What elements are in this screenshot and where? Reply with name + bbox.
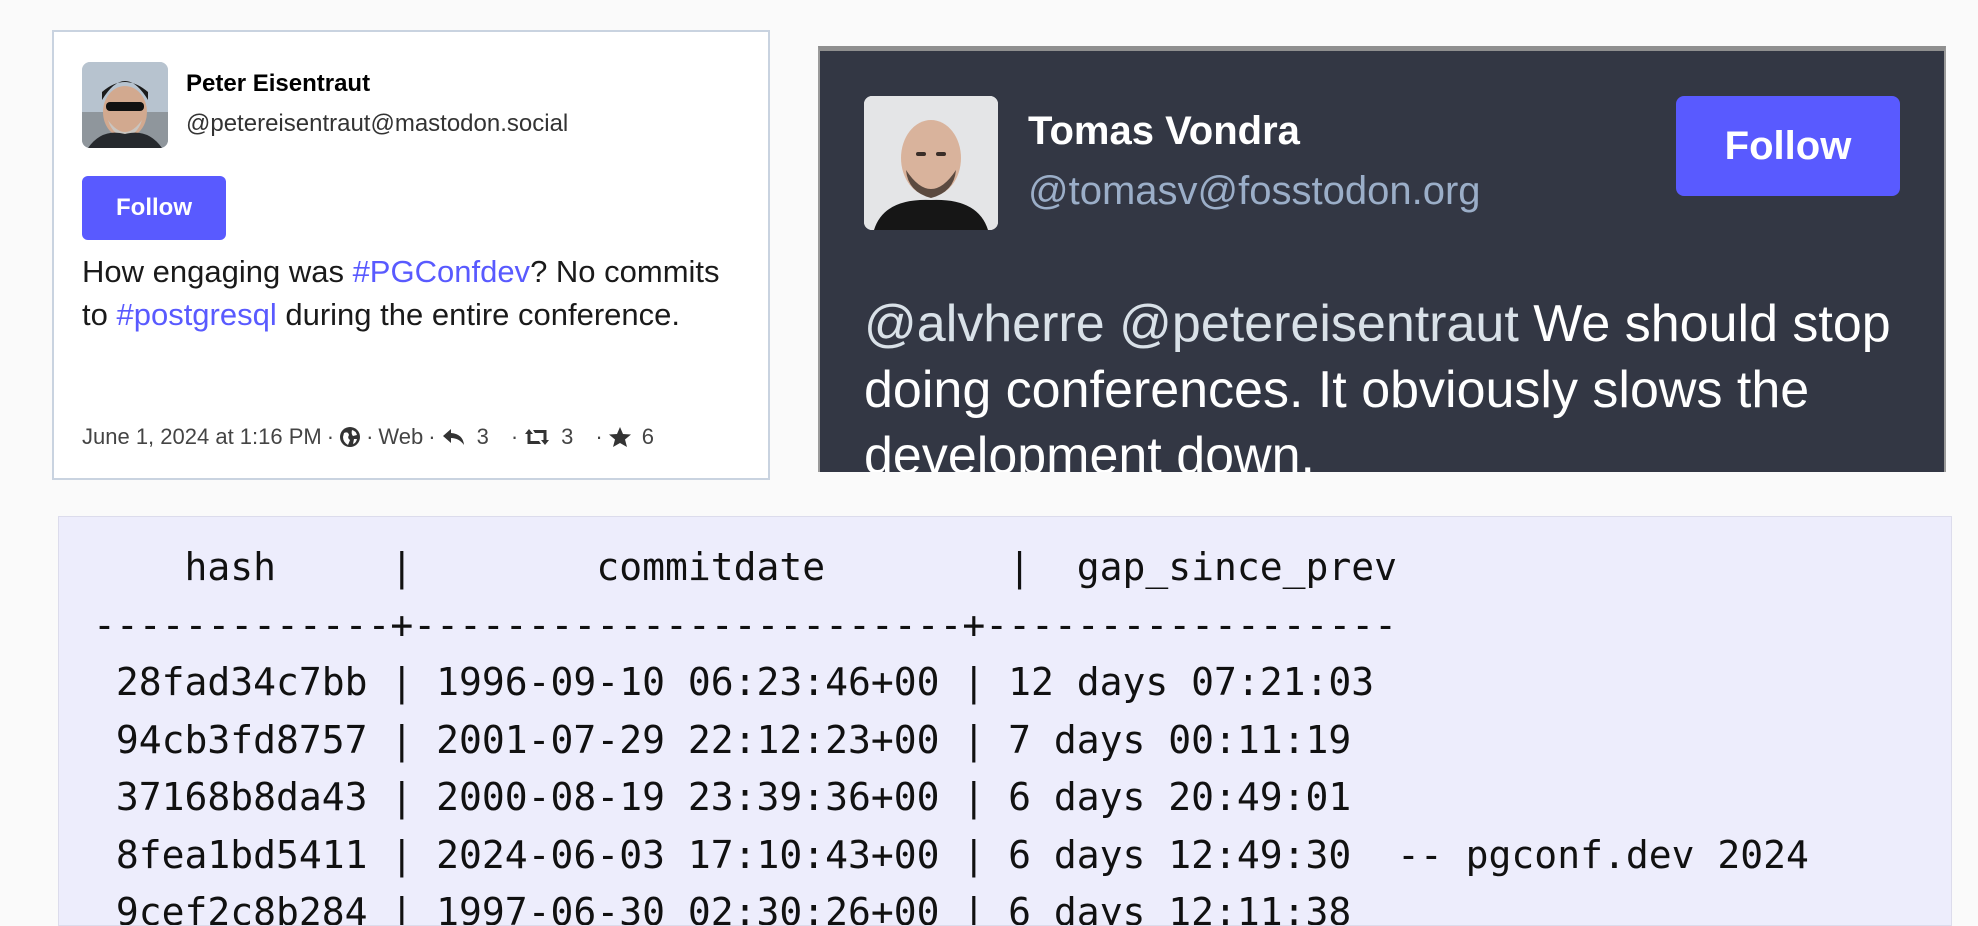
boost-icon[interactable] <box>523 426 551 448</box>
table-divider: -------------+------------------------+-… <box>93 602 1398 647</box>
post-content: How engaging was #PGConfdev? No commits … <box>82 250 722 336</box>
separator: · <box>510 424 519 449</box>
post-text: How engaging was <box>82 254 353 289</box>
avatar[interactable] <box>864 96 998 230</box>
mention-link[interactable]: @petereisentraut <box>1119 295 1519 353</box>
separator: · <box>595 424 603 449</box>
separator: · <box>366 424 374 449</box>
table-row: 9cef2c8b284 | 1997-06-30 02:30:26+00 | 6… <box>93 890 1352 926</box>
avatar[interactable] <box>82 62 168 148</box>
post-content: @alvherre @petereisentraut We should sto… <box>864 291 1924 472</box>
separator: · <box>428 424 436 449</box>
post-card-peter: Peter Eisentraut @petereisentraut@mastod… <box>52 30 770 480</box>
boost-count: 3 <box>561 424 574 449</box>
table-row: 94cb3fd8757 | 2001-07-29 22:12:23+00 | 7… <box>93 717 1352 762</box>
post-card-tomas: Tomas Vondra @tomasv@fosstodon.org Follo… <box>818 46 1946 472</box>
globe-icon <box>339 426 361 448</box>
table-header: hash | commitdate | gap_since_prev <box>93 545 1398 589</box>
account-handle[interactable]: @tomasv@fosstodon.org <box>1028 169 1481 214</box>
hashtag-link[interactable]: #PGConfdev <box>353 254 531 289</box>
follow-button[interactable]: Follow <box>1676 96 1900 196</box>
follow-button[interactable]: Follow <box>82 176 226 240</box>
query-output: hash | commitdate | gap_since_prev -----… <box>93 539 1809 926</box>
mention-link[interactable]: @alvherre <box>864 295 1105 353</box>
separator: · <box>326 424 335 449</box>
post-meta: June 1, 2024 at 1:16 PM · · Web · 3 · 3 … <box>82 424 654 450</box>
post-text: during the entire conference. <box>276 297 681 332</box>
post-date[interactable]: June 1, 2024 at 1:16 PM <box>82 424 322 450</box>
hashtag-link[interactable]: #postgresql <box>116 297 276 332</box>
reply-count: 3 <box>476 424 489 449</box>
table-row: 28fad34c7bb | 1996-09-10 06:23:46+00 | 1… <box>93 660 1375 704</box>
table-row: 8fea1bd5411 | 2024-06-03 17:10:43+00 | 6… <box>93 832 1809 877</box>
display-name[interactable]: Tomas Vondra <box>1028 109 1300 154</box>
display-name[interactable]: Peter Eisentraut <box>186 70 370 98</box>
avatar-photo-icon <box>864 96 998 230</box>
reply-icon[interactable] <box>441 426 467 448</box>
query-output-block: hash | commitdate | gap_since_prev -----… <box>58 516 1952 926</box>
table-row: 37168b8da43 | 2000-08-19 23:39:36+00 | 6… <box>93 775 1352 819</box>
avatar-photo-icon <box>82 62 168 148</box>
favourite-count: 6 <box>641 424 654 449</box>
star-icon[interactable] <box>608 426 632 448</box>
account-handle[interactable]: @petereisentraut@mastodon.social <box>186 110 568 138</box>
client-name: Web <box>378 424 424 449</box>
